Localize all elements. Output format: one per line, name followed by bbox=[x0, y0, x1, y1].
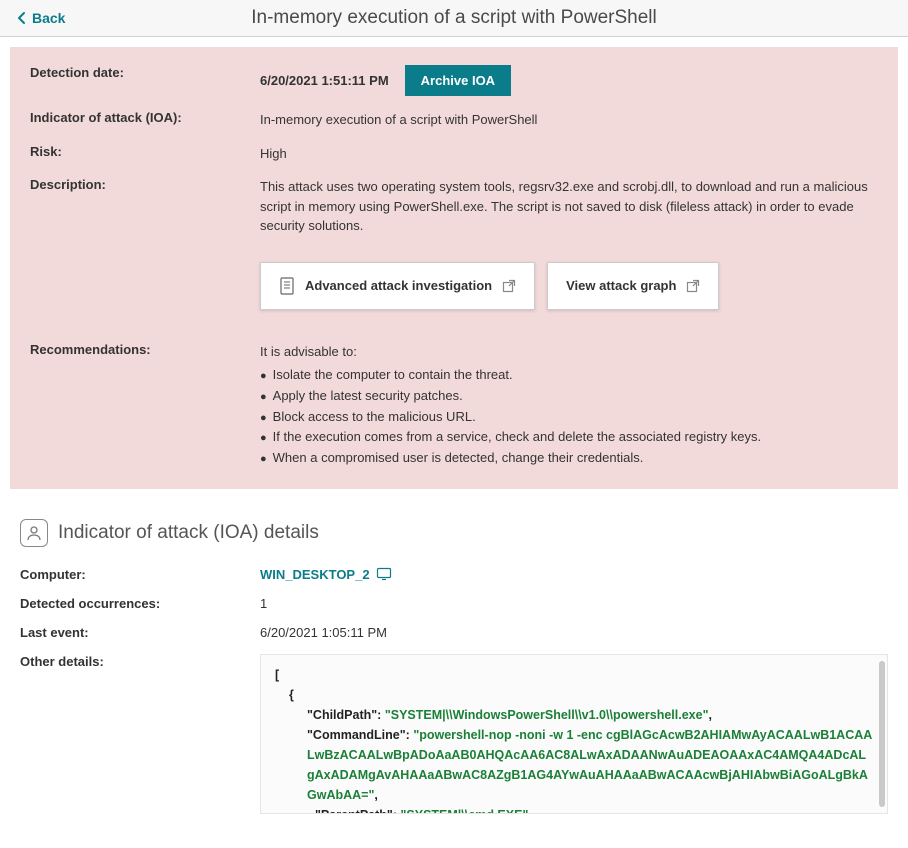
ioa-label: Indicator of attack (IOA): bbox=[30, 110, 260, 125]
summary-card: Detection date: 6/20/2021 1:51:11 PM Arc… bbox=[10, 47, 898, 489]
recommendation-item: Apply the latest security patches. bbox=[260, 386, 878, 407]
recommendation-item: Block access to the malicious URL. bbox=[260, 407, 878, 428]
computer-label: Computer: bbox=[20, 567, 260, 582]
details-section-title: Indicator of attack (IOA) details bbox=[58, 522, 319, 544]
advanced-investigation-button[interactable]: Advanced attack investigation bbox=[260, 262, 535, 310]
recommendation-item: When a compromised user is detected, cha… bbox=[260, 448, 878, 469]
external-link-icon bbox=[686, 279, 700, 293]
recommendations-label: Recommendations: bbox=[30, 342, 260, 357]
json-key: "CommandLine": bbox=[307, 728, 413, 742]
computer-link[interactable]: WIN_DESKTOP_2 bbox=[260, 567, 392, 582]
risk-label: Risk: bbox=[30, 144, 260, 159]
document-icon bbox=[279, 277, 295, 295]
back-label: Back bbox=[32, 10, 65, 26]
page-title: In-memory execution of a script with Pow… bbox=[0, 7, 908, 29]
computer-name: WIN_DESKTOP_2 bbox=[260, 567, 370, 582]
description-label: Description: bbox=[30, 177, 260, 192]
person-icon bbox=[20, 519, 48, 547]
monitor-icon bbox=[376, 567, 392, 581]
scrollbar[interactable] bbox=[879, 661, 885, 807]
other-details-json[interactable]: [ { "ChildPath": "SYSTEM|\\WindowsPowerS… bbox=[260, 654, 888, 814]
other-details-label: Other details: bbox=[20, 654, 260, 669]
detection-date-label: Detection date: bbox=[30, 65, 260, 80]
view-attack-graph-label: View attack graph bbox=[566, 278, 676, 293]
back-button[interactable]: Back bbox=[16, 10, 65, 26]
json-value: "SYSTEM|\\WindowsPowerShell\\v1.0\\power… bbox=[385, 708, 709, 722]
recommendations-intro: It is advisable to: bbox=[260, 342, 878, 362]
external-link-icon bbox=[502, 279, 516, 293]
occurrences-label: Detected occurrences: bbox=[20, 596, 260, 611]
last-event-value: 6/20/2021 1:05:11 PM bbox=[260, 625, 888, 640]
chevron-left-icon bbox=[16, 11, 28, 25]
recommendation-item: Isolate the computer to contain the thre… bbox=[260, 365, 878, 386]
ioa-value: In-memory execution of a script with Pow… bbox=[260, 110, 878, 130]
page-header: Back In-memory execution of a script wit… bbox=[0, 0, 908, 37]
recommendations-list: Isolate the computer to contain the thre… bbox=[260, 365, 878, 469]
view-attack-graph-button[interactable]: View attack graph bbox=[547, 262, 719, 310]
json-key: "ParentPath": bbox=[315, 808, 400, 814]
advanced-investigation-label: Advanced attack investigation bbox=[305, 278, 492, 293]
archive-ioa-button[interactable]: Archive IOA bbox=[405, 65, 511, 96]
risk-value: High bbox=[260, 144, 878, 164]
recommendation-item: If the execution comes from a service, c… bbox=[260, 427, 878, 448]
description-value: This attack uses two operating system to… bbox=[260, 177, 878, 236]
last-event-label: Last event: bbox=[20, 625, 260, 640]
occurrences-value: 1 bbox=[260, 596, 888, 611]
detection-date-value: 6/20/2021 1:51:11 PM bbox=[260, 71, 389, 91]
json-value: "SYSTEM|\\cmd.EXE" bbox=[400, 808, 528, 814]
details-section: Indicator of attack (IOA) details Comput… bbox=[0, 499, 908, 848]
json-key: "ChildPath": bbox=[307, 708, 385, 722]
